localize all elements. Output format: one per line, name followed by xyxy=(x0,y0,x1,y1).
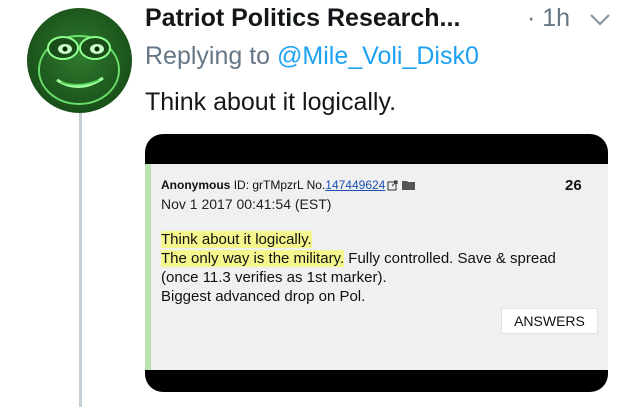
external-link-icon xyxy=(387,180,398,191)
poster-name: Anonymous xyxy=(161,178,231,192)
post-line-3: (once 11.3 verifies as 1st marker). xyxy=(161,269,387,286)
post-date: Nov 1 2017 00:41:54 (EST) xyxy=(161,196,332,212)
chevron-down-icon[interactable] xyxy=(588,12,612,28)
post-number-link: 147449624 xyxy=(325,178,386,192)
post-no-label: No. xyxy=(306,178,326,192)
reply-count: 26 xyxy=(565,177,582,194)
replying-to: Replying to @Mile_Voli_Disk0 xyxy=(145,42,479,71)
author-name[interactable]: Patriot Politics Research... xyxy=(145,4,460,33)
poster-id: ID: grTMpzrL xyxy=(233,178,304,192)
reply-prefix: Replying to xyxy=(145,42,271,70)
tweet-media-image[interactable]: Anonymous ID: grTMpzrL No.147449624 26 N… xyxy=(145,134,608,392)
reply-handle-link[interactable]: @Mile_Voli_Disk0 xyxy=(277,42,479,70)
post-body: Think about it logically. The only way i… xyxy=(161,230,556,306)
post-line-1: Think about it logically. xyxy=(161,231,312,248)
post-line-4: Biggest advanced drop on Pol. xyxy=(161,288,366,305)
post-line-2-highlight: The only way is the military. xyxy=(161,250,345,267)
answers-button: ANSWERS xyxy=(501,308,598,334)
post-meta: Anonymous ID: grTMpzrL No.147449624 xyxy=(161,178,416,192)
avatar[interactable] xyxy=(27,8,132,113)
post-line-2-rest: Fully controlled. Save & spread xyxy=(344,250,556,267)
thread-line xyxy=(79,112,82,407)
tweet-text: Think about it logically. xyxy=(145,88,397,116)
tweet-time[interactable]: · 1h xyxy=(527,4,570,33)
pepe-avatar-icon xyxy=(38,35,120,105)
post-border xyxy=(145,164,151,370)
folder-icon xyxy=(402,181,416,190)
